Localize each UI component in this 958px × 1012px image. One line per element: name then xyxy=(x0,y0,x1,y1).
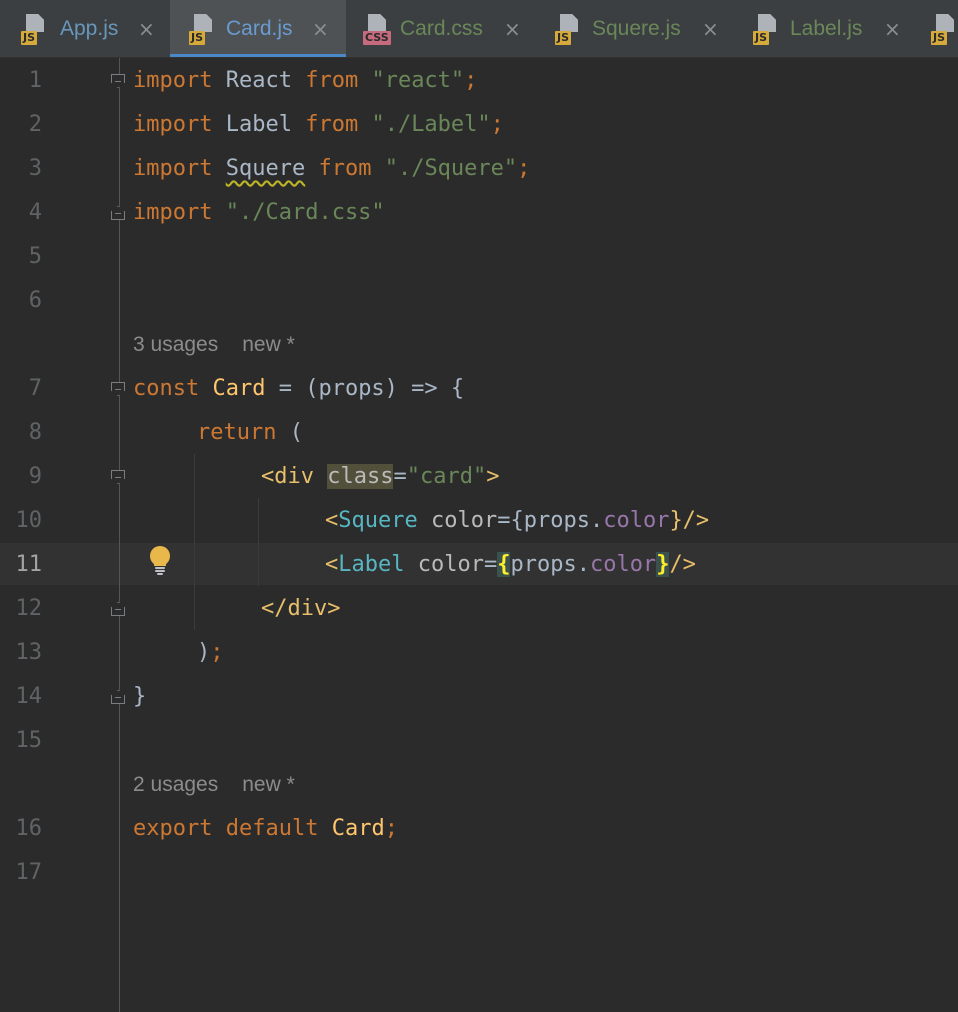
line-number: 3 xyxy=(28,156,42,181)
code-vision-hint[interactable]: 2 usages new * xyxy=(133,771,295,799)
code-line-1: import React from "react"; xyxy=(133,68,478,93)
line-number: 14 xyxy=(15,684,43,709)
tab-label: Card.js xyxy=(226,17,293,40)
fold-marker-icon[interactable] xyxy=(111,470,125,484)
close-icon[interactable]: × xyxy=(884,16,901,42)
code-line-16: export default Card; xyxy=(133,816,398,841)
code-vision-hint[interactable]: 3 usages new * xyxy=(133,331,295,359)
code-line-14: } xyxy=(133,684,147,709)
code-line-3: import Squere from "./Squere"; xyxy=(133,156,531,181)
code-line-2: import Label from "./Label"; xyxy=(133,112,504,137)
matched-brace: { xyxy=(497,552,511,577)
tab-overflow-js[interactable]: JS xyxy=(914,0,958,57)
editor-tab-bar: JS App.js × JS Card.js × CSS Card.css × … xyxy=(0,0,958,58)
tab-label: Card.css xyxy=(400,17,483,40)
fold-marker-icon[interactable] xyxy=(111,74,125,88)
usages-hint: 3 usages xyxy=(133,333,219,356)
lightbulb-icon[interactable] xyxy=(148,545,172,577)
tab-card-css[interactable]: CSS Card.css × xyxy=(346,0,536,57)
usages-hint: 2 usages xyxy=(133,773,219,796)
css-file-icon: CSS xyxy=(362,14,391,46)
line-number: 8 xyxy=(28,420,42,445)
fold-marker-icon[interactable] xyxy=(111,206,125,220)
tab-label: Label.js xyxy=(790,17,863,40)
line-number: 16 xyxy=(15,816,43,841)
code-line-10: <Squere color={props.color}/> xyxy=(325,508,710,533)
tab-label-js[interactable]: JS Label.js × xyxy=(734,0,914,57)
line-number: 1 xyxy=(28,68,42,93)
line-number: 17 xyxy=(15,860,43,885)
line-number: 15 xyxy=(15,728,43,753)
tab-card-js[interactable]: JS Card.js × xyxy=(170,0,346,57)
matched-brace: } xyxy=(656,552,670,577)
close-icon[interactable]: × xyxy=(504,16,521,42)
code-line-7: const Card = (props) => { xyxy=(133,376,465,401)
gutter-separator xyxy=(119,58,120,1012)
line-number: 5 xyxy=(28,244,42,269)
code-line-8: return ( xyxy=(197,420,303,445)
js-file-icon: JS xyxy=(930,14,958,46)
close-icon[interactable]: × xyxy=(702,16,719,42)
spelling-warning: Squere xyxy=(225,156,306,181)
fold-marker-icon[interactable] xyxy=(111,382,125,396)
author-hint: new * xyxy=(242,773,295,796)
line-number: 10 xyxy=(15,508,43,533)
js-file-icon: JS xyxy=(20,14,48,46)
tab-squere-js[interactable]: JS Squere.js × xyxy=(536,0,734,57)
tab-label: Squere.js xyxy=(592,17,681,40)
line-number: 4 xyxy=(28,200,42,225)
fold-marker-icon[interactable] xyxy=(111,602,125,616)
line-number-current: 11 xyxy=(15,552,43,577)
tab-label: App.js xyxy=(60,17,119,40)
indent-guide xyxy=(258,498,259,586)
line-number: 7 xyxy=(28,376,42,401)
code-line-13: ); xyxy=(197,640,224,665)
line-number: 13 xyxy=(15,640,43,665)
code-line-9: <div class="card"> xyxy=(261,464,500,489)
js-file-icon: JS xyxy=(188,14,216,46)
line-number: 6 xyxy=(28,288,42,313)
line-number: 12 xyxy=(15,596,43,621)
tab-app-js[interactable]: JS App.js × xyxy=(0,0,170,57)
js-file-icon: JS xyxy=(554,14,582,46)
fold-marker-icon[interactable] xyxy=(111,690,125,704)
code-line-4: import "./Card.css" xyxy=(133,200,385,225)
author-hint: new * xyxy=(242,333,295,356)
line-number: 2 xyxy=(28,112,42,137)
code-editor[interactable]: 1 2 3 4 5 6 7 8 9 10 11 12 13 14 15 16 1… xyxy=(0,58,958,1012)
code-line-12: </div> xyxy=(261,596,341,621)
close-icon[interactable]: × xyxy=(312,16,329,42)
js-file-icon: JS xyxy=(752,14,780,46)
code-line-11: <Label color={props.color}/> xyxy=(325,552,696,577)
indent-guide xyxy=(194,454,195,630)
close-icon[interactable]: × xyxy=(138,16,155,42)
line-number: 9 xyxy=(28,464,42,489)
